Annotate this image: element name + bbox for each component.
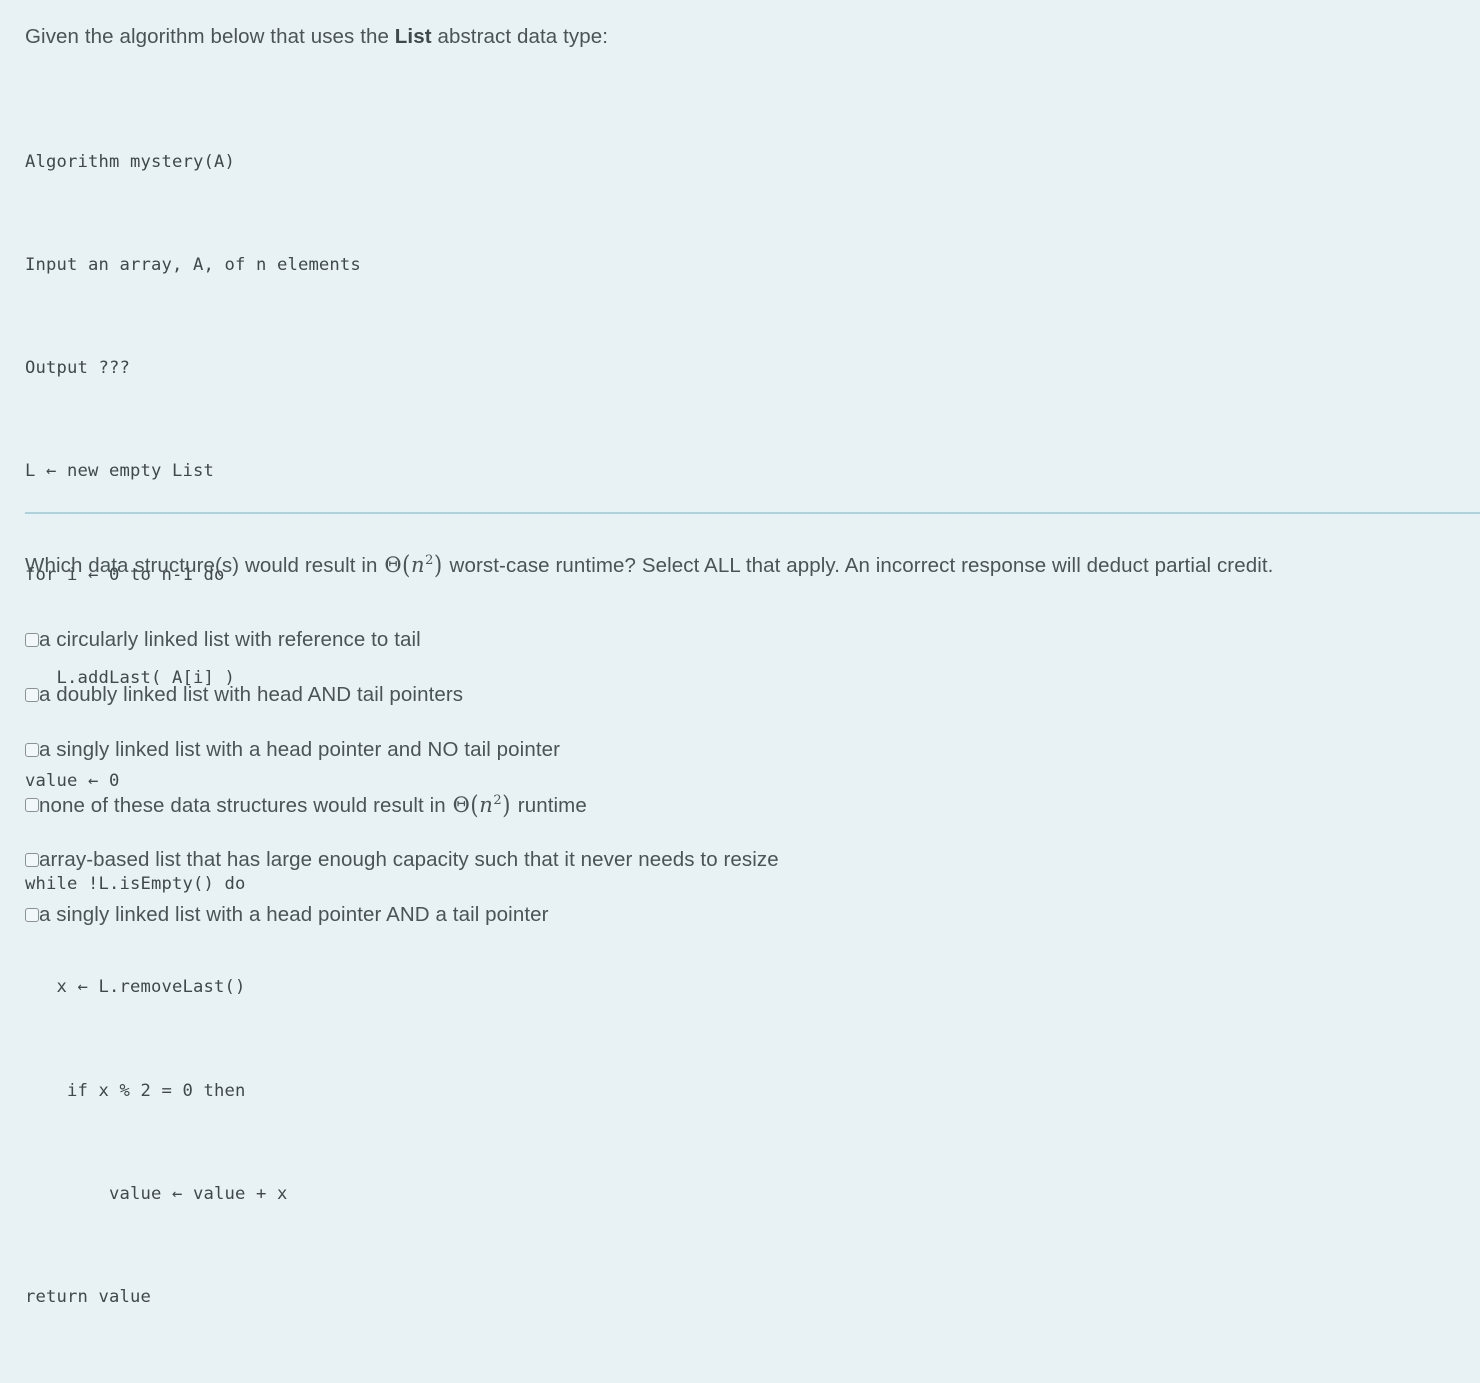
code-line: x ← L.removeLast() <box>25 977 246 998</box>
option-row[interactable]: array-based list that has large enough c… <box>25 846 1465 901</box>
theta-symbol: Θ <box>384 553 402 577</box>
option-label: a doubly linked list with head AND tail … <box>39 683 464 706</box>
code-line: if x % 2 = 0 then <box>25 1080 246 1101</box>
question-prompt: Which data structure(s) would result in … <box>25 545 1473 586</box>
checkbox-icon[interactable] <box>25 743 39 757</box>
option-label: a singly linked list with a head pointer… <box>39 738 561 761</box>
section-divider <box>25 512 1480 514</box>
option-row[interactable]: none of these data structures would resu… <box>25 790 1465 846</box>
option-row[interactable]: a circularly linked list with reference … <box>25 626 1465 681</box>
intro-text-bold-list: List <box>394 25 432 48</box>
exponent-2: 2 <box>425 552 434 568</box>
option-label: a singly linked list with a head pointer… <box>39 903 549 926</box>
option-row[interactable]: a singly linked list with a head pointer… <box>25 901 1465 956</box>
checkbox-icon[interactable] <box>25 798 39 812</box>
variable-n: n <box>410 553 425 577</box>
open-paren: ( <box>402 550 411 580</box>
close-paren: ) <box>502 790 511 820</box>
checkbox-icon[interactable] <box>25 908 39 922</box>
intro-text: Given the algorithm below that uses the … <box>25 22 608 52</box>
answer-options-list: a circularly linked list with reference … <box>25 626 1465 956</box>
option-label: a circularly linked list with reference … <box>39 628 421 651</box>
option-label-before-math: none of these data structures would resu… <box>39 794 452 817</box>
open-paren: ( <box>470 790 479 820</box>
code-line: value ← value + x <box>25 1183 288 1204</box>
theta-symbol: Θ <box>452 793 470 817</box>
option-row[interactable]: a doubly linked list with head AND tail … <box>25 681 1465 736</box>
exponent-2: 2 <box>493 792 502 808</box>
question-page: Given the algorithm below that uses the … <box>0 0 1480 1307</box>
theta-n-squared-math: Θ(n2) <box>383 550 443 579</box>
intro-text-after: abstract data type: <box>431 25 609 48</box>
checkbox-icon[interactable] <box>25 633 39 647</box>
checkbox-icon[interactable] <box>25 853 39 867</box>
code-line: Output ??? <box>25 358 130 379</box>
code-line: return value <box>25 1287 151 1308</box>
close-paren: ) <box>433 550 443 580</box>
variable-n: n <box>479 793 493 817</box>
code-line: Algorithm mystery(A) <box>25 151 235 172</box>
option-label: none of these data structures would resu… <box>39 790 587 820</box>
question-text-part1: Which data structure(s) would result in <box>25 554 384 577</box>
question-text-part2: worst-case runtime? Select ALL that appl… <box>443 554 1274 577</box>
intro-text-before: Given the algorithm below that uses the <box>25 25 395 48</box>
option-row[interactable]: a singly linked list with a head pointer… <box>25 736 1465 791</box>
checkbox-icon[interactable] <box>25 688 39 702</box>
theta-n-squared-math: Θ(n2) <box>452 790 512 819</box>
code-line: L ← new empty List <box>25 461 214 482</box>
option-label-after-math: runtime <box>512 794 587 817</box>
code-line: Input an array, A, of n elements <box>25 255 361 276</box>
option-label: array-based list that has large enough c… <box>39 848 779 871</box>
